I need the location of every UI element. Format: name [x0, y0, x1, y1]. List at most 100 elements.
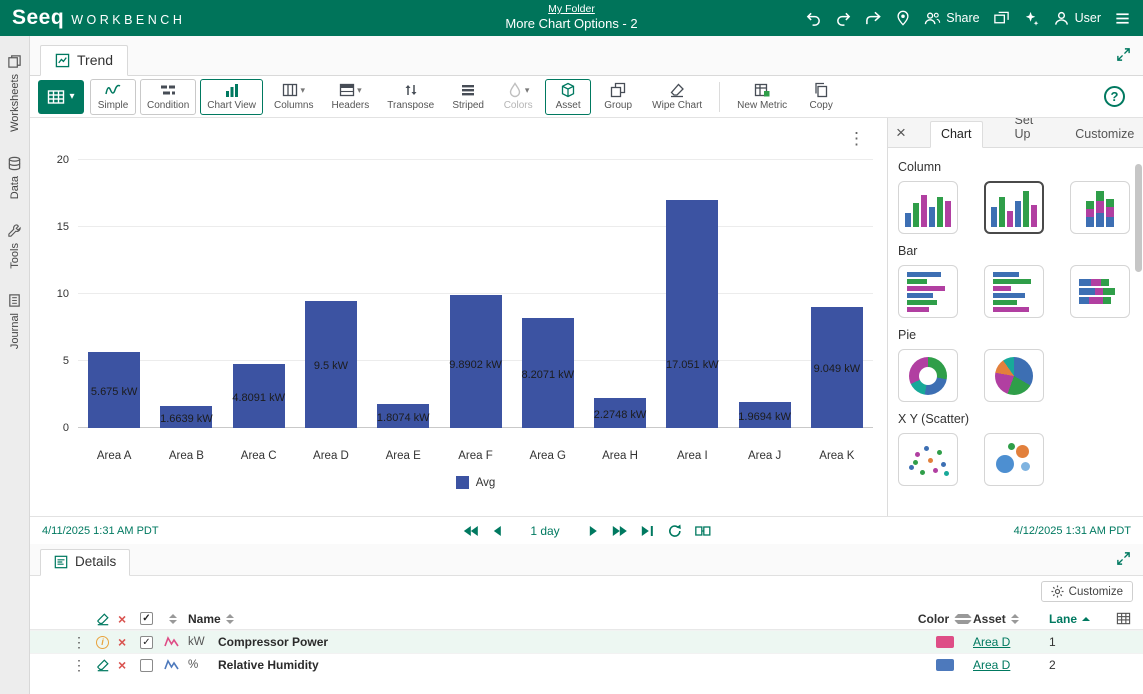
panel-scrollbar[interactable] [1135, 164, 1142, 272]
row-checkbox[interactable]: ✓ [140, 636, 153, 649]
pie-donut-option[interactable] [898, 349, 958, 402]
lane-column-header[interactable]: Lane [1049, 612, 1077, 626]
toolbar-button-columns[interactable]: ▾Columns [267, 79, 320, 115]
expand-details-icon[interactable] [1116, 551, 1131, 566]
pan-forward-icon[interactable] [589, 525, 599, 537]
bar-area-i[interactable] [666, 200, 718, 428]
forward-icon[interactable] [865, 10, 882, 27]
row-menu-icon[interactable]: ⋮ [72, 634, 96, 651]
row-menu-icon[interactable]: ⋮ [72, 657, 96, 674]
range-start[interactable]: 4/11/2025 1:31 AM PDT [42, 525, 159, 537]
toolbar-button-simple[interactable]: Simple [90, 79, 136, 115]
range-end[interactable]: 4/12/2025 1:31 AM PDT [1014, 525, 1131, 537]
user-button[interactable]: User [1053, 10, 1101, 27]
bar-basic-option[interactable] [984, 265, 1044, 318]
step-back-icon[interactable] [462, 525, 478, 537]
column-stacked-option[interactable] [1070, 181, 1130, 234]
tab-details[interactable]: Details [40, 549, 130, 576]
toolbar-button-new-metric[interactable]: New Metric [730, 79, 794, 115]
toolbar-button-transpose[interactable]: Transpose [380, 79, 441, 115]
chain-view-icon[interactable] [695, 524, 711, 538]
breadcrumb-my-folder[interactable]: My Folder [548, 3, 595, 15]
pie-chart-icon [995, 357, 1033, 395]
location-pin-icon[interactable] [895, 10, 911, 26]
row-asset-link[interactable]: Area D [973, 635, 1037, 649]
bar-grouped-option[interactable] [898, 265, 958, 318]
toolbar-button-headers[interactable]: ▾Headers [324, 79, 376, 115]
bubble-chart-option[interactable] [984, 433, 1044, 486]
name-column-header[interactable]: Name [188, 612, 221, 626]
toolbar-button-asset[interactable]: Asset [545, 79, 591, 115]
sort-name-icon[interactable] [226, 614, 234, 624]
chart-menu-icon[interactable]: ⋮ [848, 130, 865, 147]
toolbar-button-condition[interactable]: Condition [140, 79, 196, 115]
details-panel: Customize × ✓ Name Color Asset [30, 576, 1143, 694]
eraser-icon[interactable] [96, 612, 118, 626]
row-name[interactable]: Compressor Power [218, 635, 917, 649]
bar-value-label: 9.049 kW [814, 363, 860, 375]
remove-all-icon[interactable]: × [118, 611, 140, 627]
share-button[interactable]: Share [924, 10, 979, 27]
toolbar-button-group[interactable]: Group [595, 79, 641, 115]
redo-icon[interactable] [835, 10, 852, 27]
colors-icon: ▾ [507, 82, 530, 98]
remove-icon[interactable]: × [118, 634, 140, 650]
pan-back-icon[interactable] [491, 525, 501, 537]
remove-icon[interactable]: × [118, 657, 140, 673]
x-axis-label: Area J [748, 450, 781, 462]
row-uom: kW [188, 636, 218, 648]
trend-chart-icon [55, 53, 70, 68]
table-grid-icon[interactable] [1116, 611, 1131, 626]
eraser-icon[interactable] [96, 658, 118, 672]
sidebar-item-data[interactable]: Data [7, 156, 22, 199]
details-strip: Details [30, 544, 1143, 576]
sidebar-item-tools[interactable]: Tools [7, 223, 22, 269]
sort-asset-icon[interactable] [1011, 614, 1019, 624]
tab-customize[interactable]: Customize [1065, 122, 1143, 147]
row-checkbox[interactable] [140, 659, 153, 672]
row-color-swatch[interactable] [917, 636, 973, 648]
tab-trend[interactable]: Trend [40, 45, 128, 76]
bar-value-label: 1.8074 kW [377, 412, 430, 424]
warning-icon[interactable]: i [96, 636, 118, 649]
row-color-swatch[interactable] [917, 659, 973, 671]
undo-icon[interactable] [805, 10, 822, 27]
tab-set-up[interactable]: Set Up [1005, 118, 1044, 147]
sort-color-icon[interactable] [954, 606, 972, 632]
chart-legend[interactable]: Avg [78, 476, 873, 489]
expand-trend-icon[interactable] [1116, 47, 1131, 62]
row-name[interactable]: Relative Humidity [218, 658, 917, 672]
pie-chart-option[interactable] [984, 349, 1044, 402]
tab-chart[interactable]: Chart [930, 121, 983, 148]
windows-icon[interactable] [993, 10, 1010, 27]
donut-chart-icon [909, 357, 947, 395]
asset-column-header[interactable]: Asset [973, 612, 1006, 626]
sparkle-icon[interactable] [1023, 10, 1040, 27]
toolbar-button-copy[interactable]: Copy [798, 79, 844, 115]
close-panel-icon[interactable]: × [896, 124, 906, 141]
scatter-chart-option[interactable] [898, 433, 958, 486]
sidebar-item-worksheets[interactable]: Worksheets [7, 54, 22, 132]
worksheet-title[interactable]: More Chart Options - 2 [505, 16, 637, 32]
step-forward-icon[interactable] [612, 525, 628, 537]
column-basic-option-selected[interactable] [984, 181, 1044, 234]
select-all-checkbox[interactable]: ✓ [140, 612, 153, 625]
row-asset-link[interactable]: Area D [973, 658, 1037, 672]
duration-label[interactable]: 1 day [530, 524, 559, 538]
sidebar-item-journal[interactable]: Journal [7, 293, 22, 349]
column-grouped-option[interactable] [898, 181, 958, 234]
refresh-icon[interactable] [668, 524, 682, 538]
table-view-primary-button[interactable]: ▾ [38, 80, 84, 114]
hamburger-menu-icon[interactable] [1114, 10, 1131, 27]
sort-type-icon[interactable] [169, 614, 177, 624]
toolbar-button-wipe-chart[interactable]: Wipe Chart [645, 79, 709, 115]
go-to-end-icon[interactable] [641, 525, 655, 537]
toolbar-button-chart-view[interactable]: Chart View [200, 79, 263, 115]
toolbar-button-colors[interactable]: ▾Colors [495, 79, 541, 115]
seeq-logo[interactable]: Seeq WORKBENCH [12, 6, 185, 30]
customize-button[interactable]: Customize [1041, 581, 1133, 602]
toolbar-button-striped[interactable]: Striped [445, 79, 491, 115]
help-icon[interactable]: ? [1104, 86, 1125, 107]
bar-stacked-option[interactable] [1070, 265, 1130, 318]
color-column-header[interactable]: Color [918, 612, 949, 626]
